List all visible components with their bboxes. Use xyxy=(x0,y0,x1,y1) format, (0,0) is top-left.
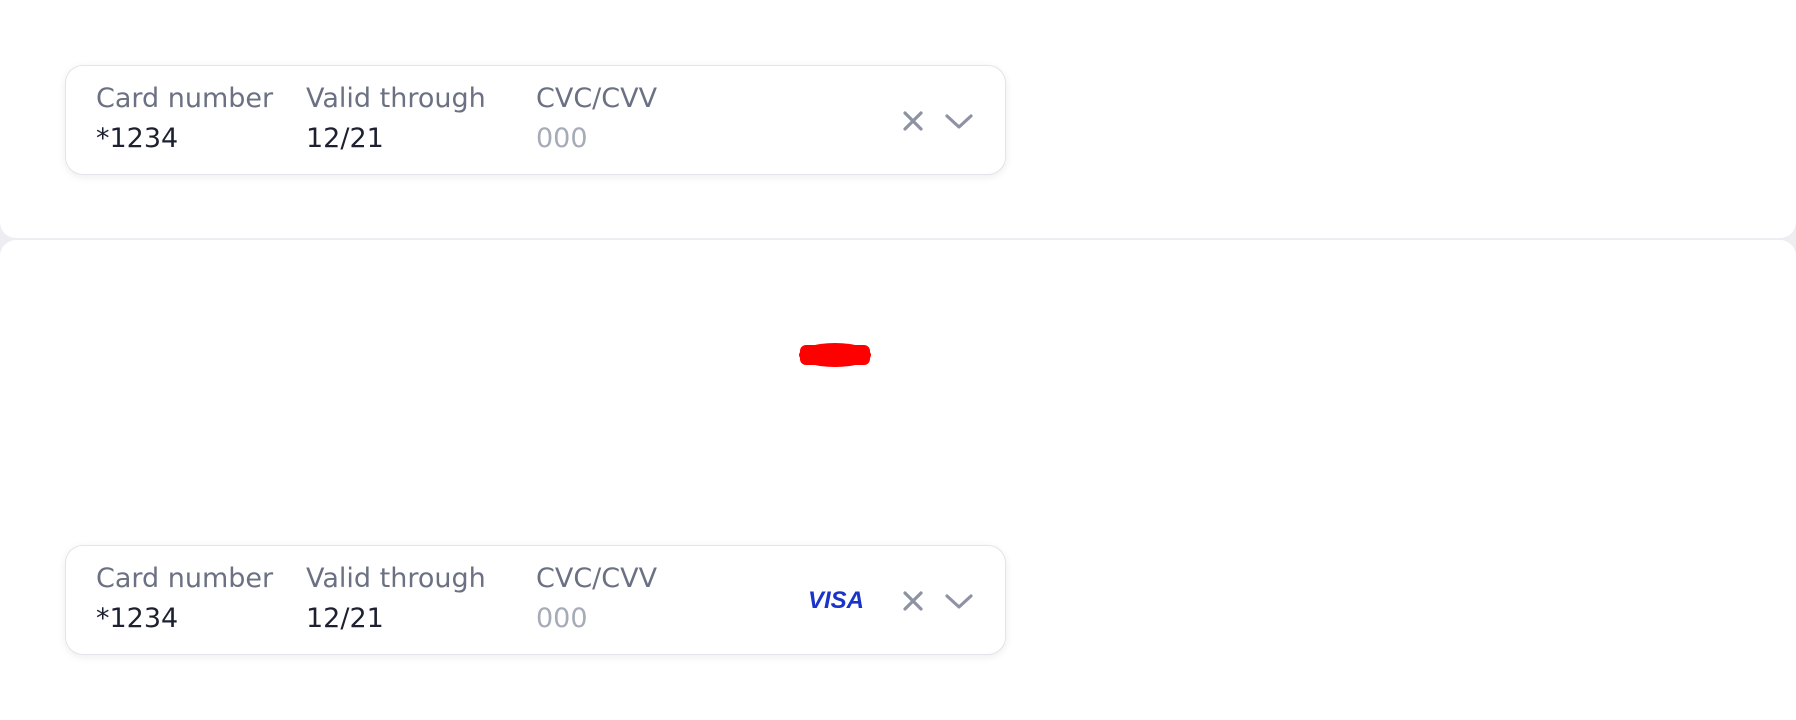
card-number-field: Card number *1234 xyxy=(96,562,276,640)
valid-through-value: 12/21 xyxy=(306,123,384,154)
cvc-field[interactable]: CVC/CVV 000 xyxy=(536,82,696,160)
valid-through-field: Valid through 12/21 xyxy=(306,562,506,640)
cvc-label: CVC/CVV xyxy=(536,83,658,114)
cvc-input[interactable]: 000 xyxy=(536,122,696,156)
visa-logo-red xyxy=(799,343,871,367)
valid-through-label: Valid through xyxy=(306,83,486,114)
chevron-down-icon xyxy=(945,594,973,609)
card-panel-with-brand: Card number *1234 Valid through 12/21 CV… xyxy=(0,240,1796,720)
chevron-down-icon xyxy=(945,114,973,129)
cvc-input[interactable]: 000 xyxy=(536,602,696,636)
card-panel-collapsed: Card number *1234 Valid through 12/21 CV… xyxy=(0,0,1796,238)
valid-through-field: Valid through 12/21 xyxy=(306,82,506,160)
card-number-label: Card number xyxy=(96,83,274,114)
clear-card-button[interactable] xyxy=(898,586,928,616)
visa-logo: VISA xyxy=(808,587,864,613)
card-number-label: Card number xyxy=(96,563,274,594)
card-number-value: *1234 xyxy=(96,603,179,634)
close-icon xyxy=(903,591,923,611)
cvc-label: CVC/CVV xyxy=(536,563,658,594)
valid-through-label: Valid through xyxy=(306,563,486,594)
card-number-field: Card number *1234 xyxy=(96,82,276,160)
cvc-field[interactable]: CVC/CVV 000 xyxy=(536,562,696,640)
card-component-showcase: Card number *1234 Valid through 12/21 CV… xyxy=(0,0,1796,720)
saved-card-field[interactable]: Card number *1234 Valid through 12/21 CV… xyxy=(65,65,1006,175)
valid-through-value: 12/21 xyxy=(306,603,384,634)
clear-card-button[interactable] xyxy=(898,106,928,136)
close-icon xyxy=(903,111,923,131)
expand-card-button[interactable] xyxy=(944,586,974,616)
card-number-value: *1234 xyxy=(96,123,179,154)
expand-card-button[interactable] xyxy=(944,106,974,136)
svg-text:VISA: VISA xyxy=(808,587,864,613)
saved-card-field[interactable]: Card number *1234 Valid through 12/21 CV… xyxy=(65,545,1006,655)
